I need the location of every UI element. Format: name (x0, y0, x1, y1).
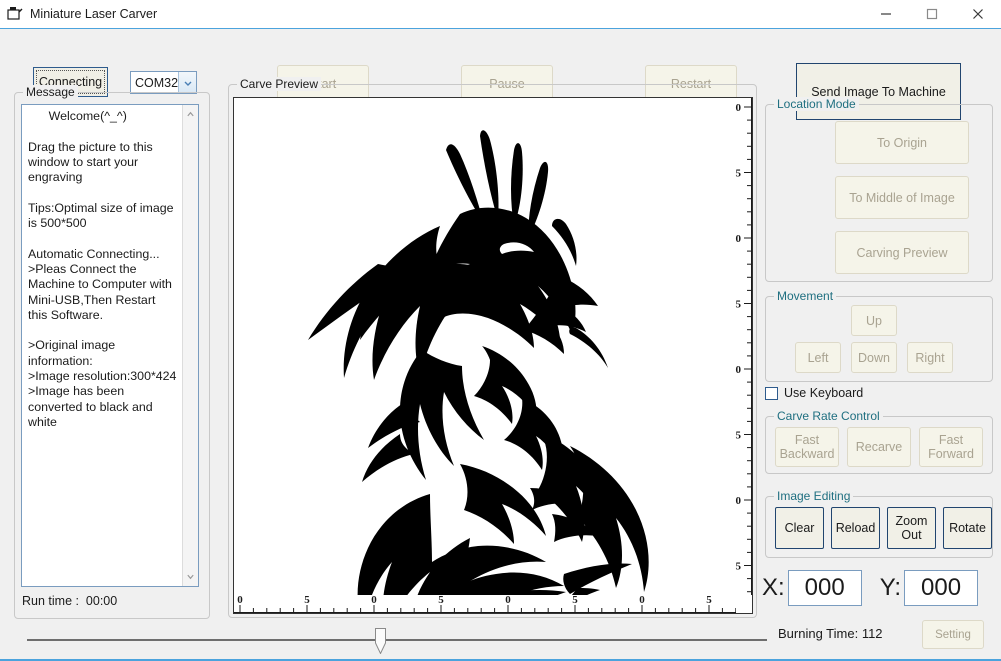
app-window: Miniature Laser Carver Connecting COM32 … (0, 0, 1001, 661)
carve-rate-group-label: Carve Rate Control (774, 409, 883, 423)
svg-text:5: 5 (304, 594, 310, 606)
window-controls (863, 0, 1001, 28)
window-title: Miniature Laser Carver (30, 7, 158, 21)
svg-text:5: 5 (736, 561, 742, 573)
com-port-value: COM32 (135, 75, 179, 90)
burning-time-label: Burning Time: 112 (778, 626, 883, 641)
svg-text:5: 5 (736, 299, 742, 311)
reload-button[interactable]: Reload (831, 507, 880, 549)
message-group-label: Message (23, 85, 78, 99)
com-port-select[interactable]: COM32 (130, 71, 197, 94)
move-up-button[interactable]: Up (851, 305, 897, 336)
horizontal-ruler: 0 5 0 5 0 5 0 5 (234, 593, 736, 613)
chevron-down-icon[interactable] (178, 72, 196, 93)
recarve-button[interactable]: Recarve (847, 427, 911, 467)
close-icon[interactable] (955, 0, 1001, 28)
carve-preview-group-label: Carve Preview (237, 77, 322, 91)
move-left-button[interactable]: Left (795, 342, 841, 373)
location-mode-group-label: Location Mode (774, 97, 859, 111)
carve-preview-panel: Carve Preview 0 5 0 5 0 5 0 5 0 5 0 5 0 … (228, 77, 757, 618)
fast-backward-button[interactable]: Fast Backward (775, 427, 839, 467)
x-label: X: (762, 574, 785, 601)
y-label: Y: (879, 574, 902, 601)
clear-button[interactable]: Clear (775, 507, 824, 549)
slider-thumb[interactable] (375, 628, 386, 654)
app-carver-icon (7, 6, 23, 22)
svg-text:0: 0 (505, 594, 511, 606)
message-panel: Message Welcome(^_^) Drag the picture to… (14, 85, 210, 619)
y-value-field[interactable]: 000 (904, 570, 979, 606)
carve-preview-canvas[interactable]: 0 5 0 5 0 5 0 5 0 5 0 5 0 5 0 5 (233, 97, 753, 614)
svg-text:0: 0 (639, 594, 645, 606)
to-middle-of-image-button[interactable]: To Middle of Image (835, 176, 969, 219)
to-origin-button[interactable]: To Origin (835, 121, 969, 164)
svg-text:0: 0 (736, 364, 742, 376)
image-editing-panel: Image Editing Clear Reload Zoom Out Rota… (765, 489, 993, 558)
movement-panel: Movement Up Left Down Right (765, 289, 993, 382)
vertical-ruler: 0 5 0 5 0 5 0 5 (716, 98, 752, 595)
use-keyboard-row[interactable]: Use Keyboard (765, 386, 863, 400)
use-keyboard-checkbox[interactable] (765, 386, 778, 400)
minimize-icon[interactable] (863, 0, 909, 28)
svg-text:5: 5 (572, 594, 578, 606)
move-down-button[interactable]: Down (851, 342, 897, 373)
move-right-button[interactable]: Right (907, 342, 953, 373)
image-editing-group-label: Image Editing (774, 489, 854, 503)
location-mode-panel: Location Mode To Origin To Middle of Ima… (765, 97, 993, 282)
dragon-artwork (234, 98, 736, 595)
maximize-icon[interactable] (909, 0, 955, 28)
svg-text:5: 5 (706, 594, 712, 606)
fast-forward-button[interactable]: Fast Forward (919, 427, 983, 467)
movement-group-label: Movement (774, 289, 837, 303)
slider-track[interactable] (27, 639, 767, 641)
progress-slider[interactable] (27, 628, 767, 656)
svg-text:5: 5 (736, 168, 742, 180)
run-time-label: Run time : 00:00 (22, 594, 118, 608)
scroll-up-icon[interactable] (183, 107, 198, 122)
toolbar: Connecting COM32 Start Pause Restart Sen… (0, 29, 1001, 120)
message-scrollbar[interactable] (182, 105, 198, 586)
title-bar: Miniature Laser Carver (0, 0, 1001, 29)
svg-text:5: 5 (736, 430, 742, 442)
scroll-down-icon[interactable] (183, 569, 198, 584)
svg-text:0: 0 (736, 495, 742, 507)
use-keyboard-label: Use Keyboard (784, 386, 864, 400)
svg-text:5: 5 (438, 594, 444, 606)
zoom-out-button[interactable]: Zoom Out (887, 507, 936, 549)
coordinate-readout: X: 000 Y: 000 (762, 570, 979, 606)
message-textbox[interactable]: Welcome(^_^) Drag the picture to this wi… (21, 104, 199, 587)
svg-text:0: 0 (371, 594, 377, 606)
carve-rate-control-panel: Carve Rate Control Fast Backward Recarve… (765, 409, 993, 474)
x-value-field[interactable]: 000 (787, 570, 862, 606)
carving-preview-button[interactable]: Carving Preview (835, 231, 969, 274)
message-text: Welcome(^_^) Drag the picture to this wi… (28, 109, 177, 429)
svg-text:0: 0 (736, 233, 742, 245)
setting-button[interactable]: Setting (922, 620, 984, 649)
rotate-button[interactable]: Rotate (943, 507, 992, 549)
svg-text:0: 0 (736, 102, 742, 114)
svg-text:0: 0 (237, 594, 243, 606)
